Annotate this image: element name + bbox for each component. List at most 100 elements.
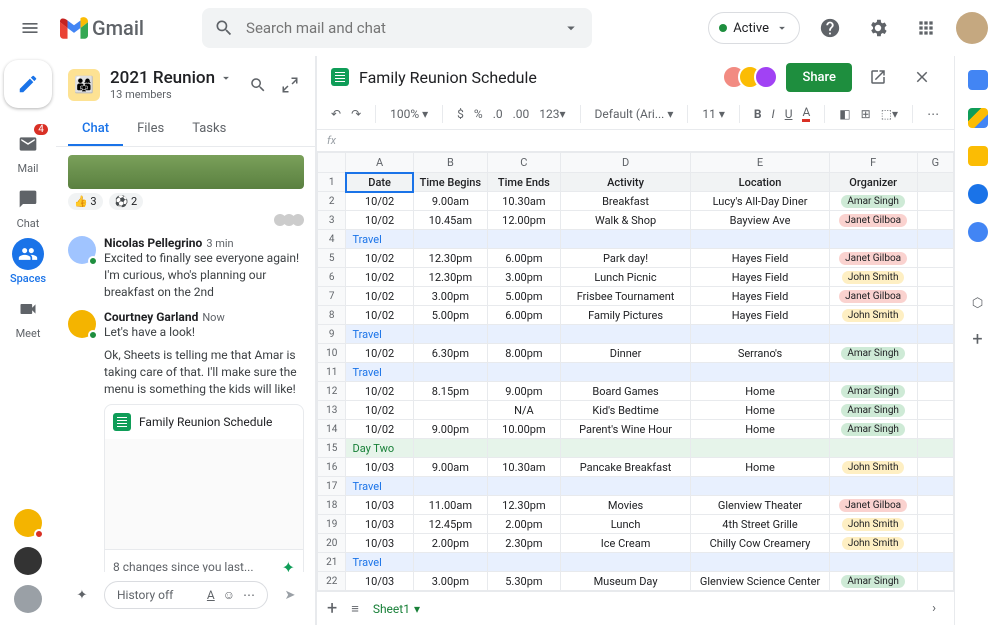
text-color-icon[interactable]: A	[802, 105, 810, 122]
nav-chat[interactable]: Chat	[0, 179, 56, 234]
table-row[interactable]: 210/029.00am10.30amBreakfastLucy's All-D…	[318, 192, 954, 211]
table-row[interactable]: 1210/028.15pm9.00pmBoard GamesHomeAmar S…	[318, 382, 954, 401]
avatar[interactable]	[68, 236, 96, 264]
table-row[interactable]: 15Day Two	[318, 439, 954, 458]
cell[interactable]: Lunch	[560, 515, 691, 534]
cell[interactable]: John Smith	[829, 268, 917, 287]
cell[interactable]: Home	[691, 401, 829, 420]
avatar[interactable]	[68, 310, 96, 338]
contacts-icon[interactable]	[968, 222, 988, 242]
cell[interactable]: 5.00pm	[413, 306, 487, 325]
cell[interactable]: 10.30am	[488, 458, 561, 477]
cell[interactable]: Hayes Field	[691, 268, 829, 287]
header-cell[interactable]: Time Ends	[488, 173, 561, 192]
cell[interactable]: Lucy's All-Day Diner	[691, 192, 829, 211]
cell[interactable]: Family Pictures	[560, 306, 691, 325]
table-row[interactable]: 1410/029.00pm10.00pmParent's Wine HourHo…	[318, 420, 954, 439]
cell[interactable]: John Smith	[829, 306, 917, 325]
cell[interactable]: 10/02	[346, 306, 413, 325]
search-box[interactable]	[202, 8, 592, 48]
col-header[interactable]: G	[917, 153, 953, 173]
cell[interactable]: 6.00pm	[488, 249, 561, 268]
reaction[interactable]: 👍 3	[68, 193, 103, 210]
nav-meet[interactable]: Meet	[0, 289, 56, 344]
cell[interactable]: Dinner	[560, 344, 691, 363]
cell[interactable]: Amar Singh	[829, 382, 917, 401]
redo-icon[interactable]: ↷	[351, 107, 361, 121]
cell[interactable]: 10/02	[346, 344, 413, 363]
cell[interactable]: 12.00pm	[488, 211, 561, 230]
chevron-right-icon[interactable]: ›	[932, 601, 944, 616]
cell[interactable]: 12.30pm	[488, 496, 561, 515]
cell[interactable]: Home	[691, 458, 829, 477]
underline-icon[interactable]: U	[785, 107, 793, 121]
table-row[interactable]: 1610/039.00am10.30amPancake BreakfastHom…	[318, 458, 954, 477]
cell[interactable]: 2.00pm	[488, 515, 561, 534]
font-select[interactable]: Default (Ari... ▾	[595, 107, 674, 121]
all-sheets-icon[interactable]: ≡	[351, 601, 359, 617]
cell[interactable]: Parent's Wine Hour	[560, 420, 691, 439]
cell[interactable]: 6.00pm	[488, 306, 561, 325]
format-icon[interactable]: A	[207, 588, 215, 602]
more-icon[interactable]: ⋯	[927, 107, 939, 121]
cell[interactable]: Frisbee Tournament	[560, 287, 691, 306]
cell[interactable]: 10/02	[346, 401, 413, 420]
col-header[interactable]: F	[829, 153, 917, 173]
borders-icon[interactable]: ⊞	[861, 107, 871, 121]
col-header[interactable]: D	[560, 153, 691, 173]
header-cell[interactable]: Organizer	[829, 173, 917, 192]
table-row[interactable]: 510/0212.30pm6.00pmPark day!Hayes FieldJ…	[318, 249, 954, 268]
cell[interactable]: 10/03	[346, 572, 413, 591]
table-row[interactable]: 9Travel	[318, 325, 954, 344]
header-cell[interactable]: Time Begins	[413, 173, 487, 192]
col-header[interactable]: C	[488, 153, 561, 173]
cell[interactable]: 10.00pm	[488, 420, 561, 439]
table-row[interactable]: 1310/02N/AKid's BedtimeHomeAmar Singh	[318, 401, 954, 420]
cell[interactable]: 12.30pm	[413, 249, 487, 268]
space-title[interactable]: 2021 Reunion	[110, 68, 215, 88]
add-icon[interactable]: +	[972, 329, 982, 350]
image-attachment[interactable]	[68, 155, 304, 189]
tab-files[interactable]: Files	[123, 113, 178, 146]
cell[interactable]: 9.00am	[413, 192, 487, 211]
cell[interactable]: Glenview Science Center	[691, 572, 829, 591]
emoji-icon[interactable]: ☺	[223, 588, 235, 602]
cell[interactable]: 10/03	[346, 515, 413, 534]
grid[interactable]: ABCDEFG1DateTime BeginsTime EndsActivity…	[317, 152, 954, 591]
cell[interactable]: John Smith	[829, 515, 917, 534]
table-row[interactable]: 1010/026.30pm8.00pmDinnerSerrano'sAmar S…	[318, 344, 954, 363]
close-icon[interactable]	[904, 59, 940, 95]
cell[interactable]: Pancake Breakfast	[560, 458, 691, 477]
add-icon[interactable]: ✦	[68, 581, 96, 609]
cell[interactable]: Janet Gilboa	[829, 496, 917, 515]
table-row[interactable]: 710/023.00pm5.00pmFrisbee TournamentHaye…	[318, 287, 954, 306]
cell[interactable]: 10.30am	[488, 192, 561, 211]
table-row[interactable]: 1810/0311.00am12.30pmMoviesGlenview Thea…	[318, 496, 954, 515]
cell[interactable]: 10/02	[346, 268, 413, 287]
cell[interactable]: 3.00pm	[413, 287, 487, 306]
cell[interactable]: Janet Gilboa	[829, 211, 917, 230]
cell[interactable]: 9.00pm	[488, 382, 561, 401]
cell[interactable]: 10/02	[346, 249, 413, 268]
italic-icon[interactable]: I	[772, 107, 775, 121]
cell[interactable]: 10/02	[346, 287, 413, 306]
cell[interactable]: 3.00pm	[488, 268, 561, 287]
cell[interactable]: 9.00am	[413, 458, 487, 477]
cell[interactable]: Movies	[560, 496, 691, 515]
cell[interactable]: Kid's Bedtime	[560, 401, 691, 420]
cell[interactable]: Serrano's	[691, 344, 829, 363]
bold-icon[interactable]: B	[754, 107, 762, 121]
share-button[interactable]: Share	[786, 63, 852, 92]
cell[interactable]: Amar Singh	[829, 420, 917, 439]
cell[interactable]: 10/02	[346, 192, 413, 211]
gear-icon[interactable]	[860, 10, 896, 46]
cell[interactable]: 10/03	[346, 534, 413, 553]
table-row[interactable]: 610/0212.30pm3.00pmLunch PicnicHayes Fie…	[318, 268, 954, 287]
avatar[interactable]	[956, 12, 988, 44]
cell[interactable]: 6.30pm	[413, 344, 487, 363]
addons-icon[interactable]: ⬡	[972, 296, 983, 311]
cell[interactable]: 11.00am	[413, 496, 487, 515]
cell[interactable]: Park day!	[560, 249, 691, 268]
tab-chat[interactable]: Chat	[68, 113, 123, 146]
header-cell[interactable]: Location	[691, 173, 829, 192]
